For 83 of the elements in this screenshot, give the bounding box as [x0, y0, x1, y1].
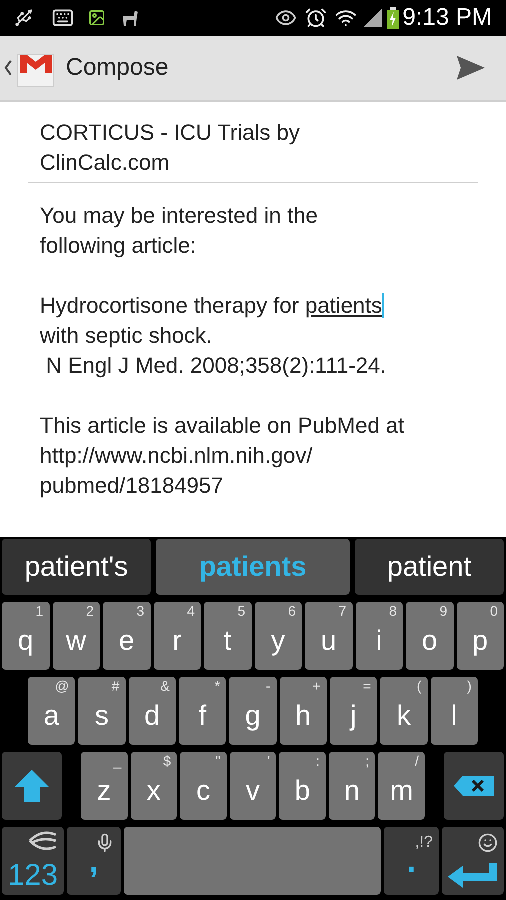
- key-hint: 0: [490, 604, 498, 618]
- emoji-icon: [478, 833, 498, 853]
- enter-key[interactable]: [442, 827, 504, 895]
- key[interactable]: a @: [28, 677, 76, 745]
- key-hint: ;: [366, 754, 370, 768]
- key-hint: &: [160, 679, 170, 693]
- key-hint: (: [416, 679, 422, 693]
- period-key[interactable]: ,!? .: [384, 827, 439, 895]
- key-hint: 8: [389, 604, 397, 618]
- key[interactable]: b :: [279, 752, 326, 820]
- swipe-logo-icon: [28, 831, 58, 851]
- suggestion-chip[interactable]: patient: [354, 539, 504, 595]
- shift-arrow-icon: [13, 768, 51, 804]
- key-hint: 7: [338, 604, 346, 618]
- key[interactable]: k (: [380, 677, 428, 745]
- key[interactable]: u 7: [305, 602, 352, 670]
- key-hint: :: [316, 754, 320, 768]
- alarm-clock-icon: [304, 7, 327, 29]
- key-hint: ,!?: [415, 835, 433, 851]
- key-hint: 5: [238, 604, 246, 618]
- key-hint: ': [268, 754, 270, 768]
- key-hint: 4: [187, 604, 195, 618]
- key-hint: ": [216, 754, 221, 768]
- key-hint: _: [114, 754, 122, 768]
- key-hint: /: [415, 754, 420, 768]
- key[interactable]: x $: [130, 752, 178, 820]
- key-hint: #: [112, 679, 120, 693]
- key-hint: -: [266, 679, 271, 693]
- key[interactable]: v ': [230, 752, 276, 820]
- key[interactable]: y 6: [254, 602, 302, 670]
- key[interactable]: w 2: [52, 602, 100, 670]
- back-caret-icon: [4, 60, 12, 76]
- key-hint: @: [55, 679, 70, 693]
- battery-icon: [386, 7, 399, 29]
- body-paragraph: You may be interested in the following article:: [40, 202, 320, 260]
- key-hint: $: [163, 754, 172, 768]
- key[interactable]: j =: [330, 677, 378, 745]
- delete-key[interactable]: [444, 752, 504, 820]
- subject-field[interactable]: CORTICUS - ICU Trials by ClinCalc.com: [28, 118, 478, 183]
- clock-time: 9:13 PM: [402, 6, 492, 30]
- key[interactable]: r 4: [154, 602, 201, 670]
- key-hint: 3: [136, 604, 144, 618]
- key-hint: =: [363, 679, 372, 693]
- key-hint: 9: [440, 604, 448, 618]
- composing-word: patients: [305, 293, 384, 318]
- enter-arrow-icon: [447, 861, 499, 889]
- backspace-icon: [453, 775, 496, 797]
- send-button[interactable]: [456, 55, 486, 81]
- comma-key[interactable]: ,: [67, 827, 121, 895]
- suggestion-chip[interactable]: patients: [156, 539, 350, 595]
- key[interactable]: n ;: [328, 752, 376, 820]
- shift-key[interactable]: [2, 752, 62, 820]
- key[interactable]: l ): [430, 677, 478, 745]
- key-hint: 2: [86, 604, 94, 618]
- body-paragraph: This article is available on PubMed at http://www.ncbi.nlm.nih.gov/ pubmed/18184957: [40, 412, 406, 500]
- usb-icon: [14, 8, 34, 28]
- symbols-key[interactable]: 123: [2, 827, 64, 895]
- key[interactable]: e 3: [103, 602, 150, 670]
- key[interactable]: o 9: [406, 602, 454, 670]
- key[interactable]: z _: [81, 752, 128, 820]
- key[interactable]: p 0: [456, 602, 504, 670]
- key-hint: ): [467, 679, 472, 693]
- key[interactable]: c ": [180, 752, 227, 820]
- suggestion-chip[interactable]: patient's: [2, 539, 152, 595]
- key-hint: 1: [36, 604, 44, 618]
- screen-title: Compose: [66, 53, 169, 83]
- key[interactable]: d &: [128, 677, 176, 745]
- key[interactable]: g -: [229, 677, 277, 745]
- key[interactable]: m /: [378, 752, 426, 820]
- image-icon: [88, 9, 106, 27]
- key[interactable]: t 5: [204, 602, 252, 670]
- keyboard-icon: [52, 7, 74, 29]
- key[interactable]: q 1: [2, 602, 50, 670]
- send-icon: [456, 55, 486, 81]
- key[interactable]: s #: [78, 677, 126, 745]
- key[interactable]: h +: [280, 677, 327, 745]
- key-hint: 6: [288, 604, 296, 618]
- key-hint: +: [312, 679, 321, 693]
- signal-icon: [362, 8, 383, 28]
- body-paragraph: Hydrocortisone therapy for patients with septic shock. N Engl J Med. 2008;358(2):111-24.: [40, 292, 388, 380]
- key[interactable]: i 8: [356, 602, 403, 670]
- key[interactable]: f *: [178, 677, 226, 745]
- key-hint: *: [214, 679, 220, 693]
